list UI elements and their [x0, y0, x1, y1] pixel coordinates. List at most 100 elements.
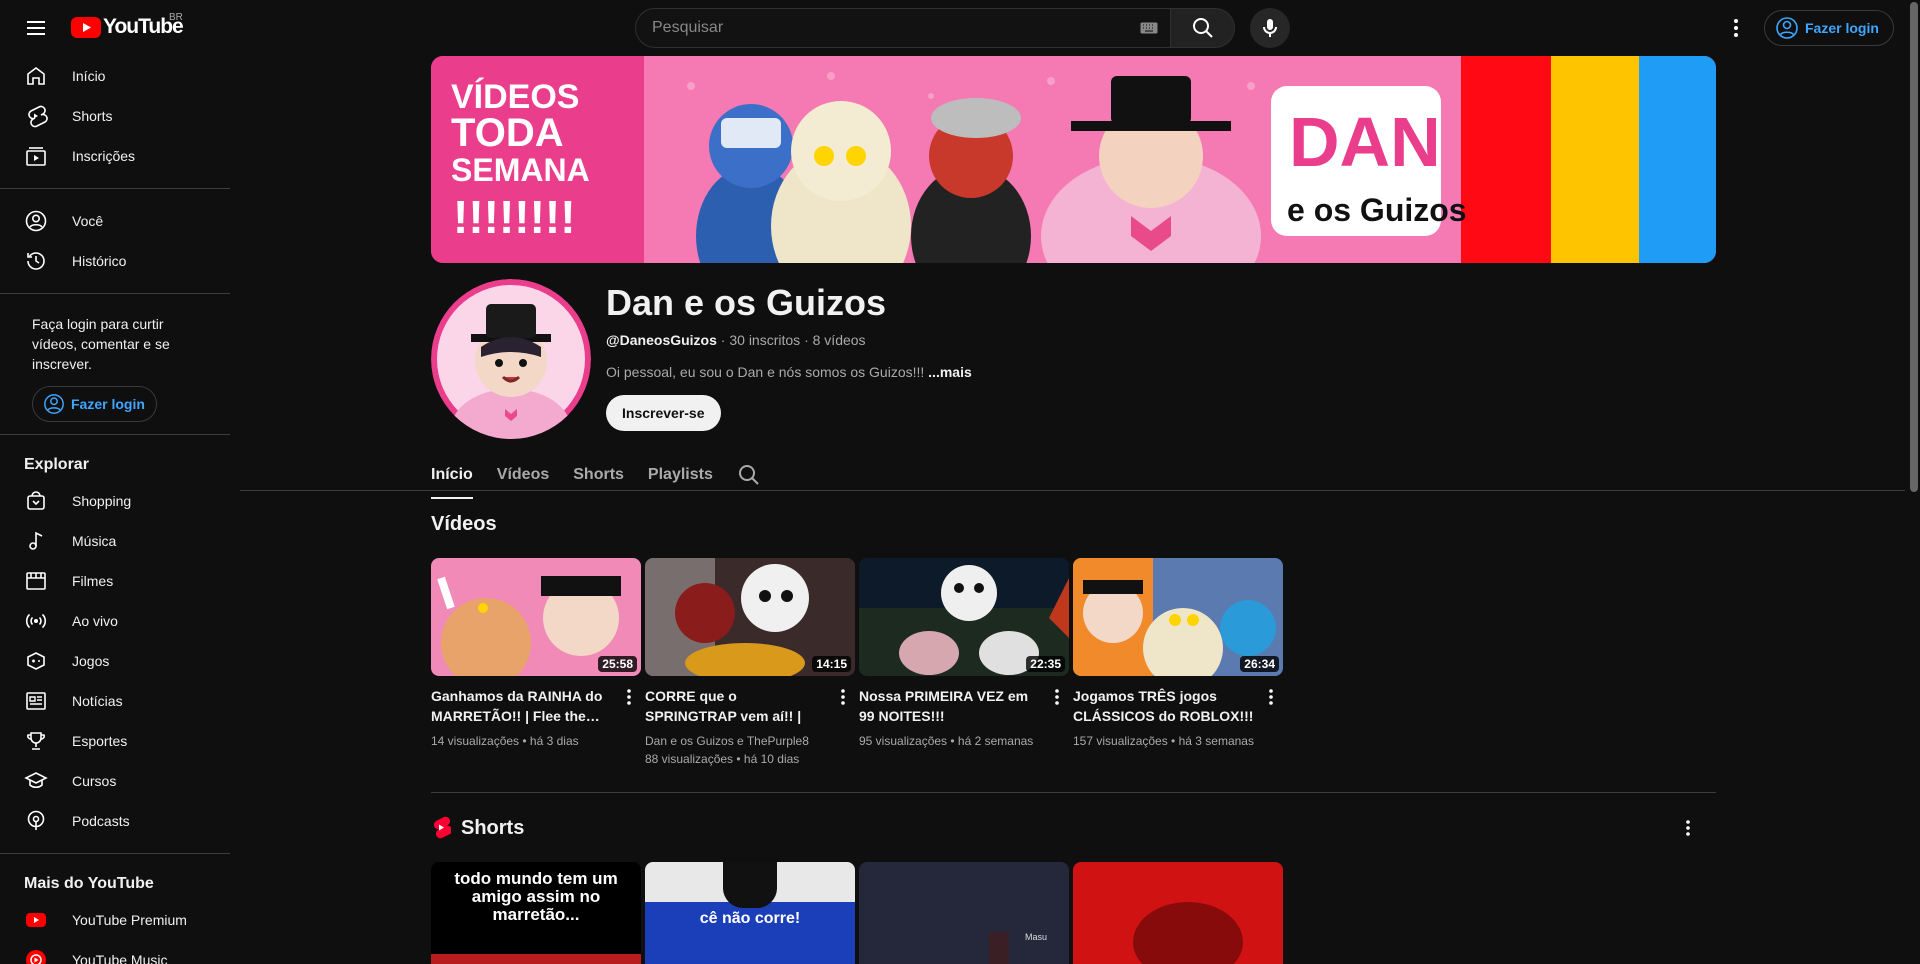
- sidebar-item-live[interactable]: Ao vivo: [0, 601, 230, 641]
- sidebar-item-label: Jogos: [72, 653, 110, 669]
- video-meta: Dan e os Guizos e ThePurple8 88 visualiz…: [645, 732, 831, 768]
- keyboard-icon[interactable]: [1140, 21, 1158, 39]
- sidebar: Início Shorts Inscrições Você Histórico …: [0, 56, 230, 964]
- user-icon: [24, 209, 48, 233]
- subscribe-button[interactable]: Inscrever-se: [606, 395, 721, 431]
- menu-icon[interactable]: [16, 8, 56, 48]
- youtube-play-icon: [71, 16, 101, 38]
- sidebar-item-courses[interactable]: Cursos: [0, 761, 230, 801]
- sidebar-item-subscriptions[interactable]: Inscrições: [0, 136, 230, 176]
- video-menu-icon[interactable]: [1047, 686, 1067, 708]
- videos-row: 25:58 Ganhamos da RAINHA do MARRETÃO!! |…: [431, 558, 1283, 768]
- sidebar-item-youtube-music[interactable]: YouTube Music: [0, 940, 230, 964]
- video-title[interactable]: Nossa PRIMEIRA VEZ em 99 NOITES!!!: [859, 686, 1045, 726]
- more-from-youtube-heading: Mais do YouTube: [24, 875, 154, 892]
- settings-more-button[interactable]: [1716, 8, 1756, 48]
- video-card[interactable]: 26:34 Jogamos TRÊS jogos CLÁSSICOS do RO…: [1073, 558, 1283, 768]
- sidebar-item-shopping[interactable]: Shopping: [0, 481, 230, 521]
- tab-shorts[interactable]: Shorts: [573, 451, 624, 499]
- microphone-icon: [1263, 19, 1277, 37]
- sidebar-item-history[interactable]: Histórico: [0, 241, 230, 281]
- sidebar-item-news[interactable]: Notícias: [0, 681, 230, 721]
- search-button[interactable]: [1171, 8, 1235, 48]
- sidebar-item-movies[interactable]: Filmes: [0, 561, 230, 601]
- sidebar-item-label: Shorts: [72, 108, 113, 124]
- account-icon: [1776, 17, 1798, 39]
- short-card[interactable]: todo mundo tem um amigo assim no marretã…: [431, 862, 641, 964]
- sidebar-item-music[interactable]: Música: [0, 521, 230, 561]
- sidebar-sign-in-button[interactable]: Fazer login: [32, 386, 157, 422]
- film-icon: [24, 569, 48, 593]
- sidebar-item-shorts[interactable]: Shorts: [0, 96, 230, 136]
- sidebar-item-games[interactable]: Jogos: [0, 641, 230, 681]
- sidebar-item-podcasts[interactable]: Podcasts: [0, 801, 230, 841]
- voice-search-button[interactable]: [1250, 8, 1290, 48]
- account-icon: [44, 394, 64, 414]
- video-thumbnail[interactable]: 22:35: [859, 558, 1069, 676]
- region-code: BR: [169, 12, 183, 23]
- youtube-music-icon: [24, 948, 48, 964]
- video-thumbnail[interactable]: 25:58: [431, 558, 641, 676]
- video-menu-icon[interactable]: [619, 686, 639, 708]
- video-thumbnail[interactable]: 26:34: [1073, 558, 1283, 676]
- description-more-link[interactable]: ...mais: [928, 364, 972, 380]
- sidebar-item-label: Início: [72, 68, 106, 84]
- sidebar-item-label: Shopping: [72, 493, 132, 509]
- channel-handle: @DaneosGuizos: [606, 332, 717, 348]
- video-card[interactable]: 14:15 CORRE que o SPRINGTRAP vem aí!! | …: [645, 558, 855, 768]
- short-card[interactable]: cê não corre!: [645, 862, 855, 964]
- short-caption: cê não corre!: [699, 910, 801, 927]
- banner-logo: DAN: [1289, 103, 1441, 181]
- sidebar-item-home[interactable]: Início: [0, 56, 230, 96]
- shopping-bag-icon: [24, 489, 48, 513]
- video-channel[interactable]: Dan e os Guizos e ThePurple8: [645, 732, 831, 750]
- video-title[interactable]: Ganhamos da RAINHA do MARRETÃO!! | Flee …: [431, 686, 617, 726]
- video-duration: 25:58: [598, 656, 637, 672]
- video-count: 8 vídeos: [812, 332, 866, 348]
- tab-home[interactable]: Início: [431, 451, 473, 499]
- channel-description[interactable]: Oi pessoal, eu sou o Dan e nós somos os …: [606, 364, 972, 380]
- video-title[interactable]: CORRE que o SPRINGTRAP vem aí!! | FORSAK…: [645, 686, 831, 726]
- short-caption: todo mundo tem um amigo assim no marretã…: [454, 869, 618, 924]
- news-icon: [24, 689, 48, 713]
- video-thumbnail[interactable]: 14:15: [645, 558, 855, 676]
- music-note-icon: [24, 529, 48, 553]
- sidebar-divider: [0, 853, 230, 854]
- main-content: VÍDEOS TODA SEMANA !!!!!!!! DAN e os Gui…: [240, 56, 1905, 964]
- search-input[interactable]: [652, 19, 1122, 37]
- sidebar-divider: [0, 434, 230, 435]
- video-menu-icon[interactable]: [1261, 686, 1281, 708]
- sign-in-button[interactable]: Fazer login: [1764, 10, 1894, 46]
- shorts-menu-icon[interactable]: [1676, 816, 1700, 840]
- channel-avatar[interactable]: [431, 279, 591, 439]
- video-card[interactable]: 22:35 Nossa PRIMEIRA VEZ em 99 NOITES!!!…: [859, 558, 1069, 768]
- youtube-logo[interactable]: YouTube: [71, 15, 184, 39]
- tab-videos[interactable]: Vídeos: [497, 451, 549, 499]
- vertical-dots-icon: [1734, 19, 1738, 37]
- shorts-section-header: Shorts: [431, 816, 524, 840]
- trophy-icon: [24, 729, 48, 753]
- short-card[interactable]: [1073, 862, 1283, 964]
- short-caption: Masu: [1025, 932, 1048, 942]
- explore-heading: Explorar: [24, 456, 89, 473]
- video-card[interactable]: 25:58 Ganhamos da RAINHA do MARRETÃO!! |…: [431, 558, 641, 768]
- video-duration: 22:35: [1026, 656, 1065, 672]
- section-divider: [431, 792, 1716, 793]
- home-icon: [24, 64, 48, 88]
- podcast-icon: [24, 809, 48, 833]
- channel-search-icon[interactable]: [737, 451, 761, 499]
- tab-playlists[interactable]: Playlists: [648, 451, 713, 499]
- short-card[interactable]: Masu: [859, 862, 1069, 964]
- meta-separator: ·: [804, 332, 813, 348]
- banner-line-2: TODA: [451, 111, 564, 155]
- sidebar-item-label: Podcasts: [72, 813, 130, 829]
- shorts-row: todo mundo tem um amigo assim no marretã…: [431, 862, 1283, 964]
- video-menu-icon[interactable]: [833, 686, 853, 708]
- banner-line-4: !!!!!!!!: [453, 191, 576, 243]
- sidebar-item-you[interactable]: Você: [0, 201, 230, 241]
- sidebar-item-youtube-premium[interactable]: YouTube Premium: [0, 900, 230, 940]
- scrollbar-thumb[interactable]: [1910, 2, 1918, 492]
- video-title[interactable]: Jogamos TRÊS jogos CLÁSSICOS do ROBLOX!!…: [1073, 686, 1259, 726]
- page-scrollbar[interactable]: [1908, 0, 1920, 964]
- sidebar-item-sports[interactable]: Esportes: [0, 721, 230, 761]
